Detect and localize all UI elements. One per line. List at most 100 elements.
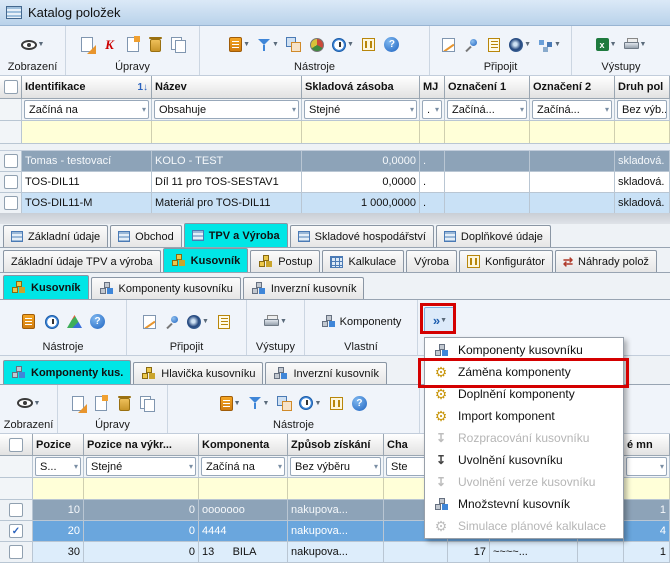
col-header-skladova-zasoba[interactable]: Skladová zásoba xyxy=(302,76,420,98)
table-row[interactable]: Tomas - testovací KOLO - TEST 0,0000 . s… xyxy=(0,151,670,172)
col-header-komponenta[interactable]: Komponenta xyxy=(199,434,288,455)
edit-record-button[interactable] xyxy=(125,36,141,54)
filter-mnozstvi[interactable] xyxy=(626,457,667,476)
filter-input[interactable] xyxy=(624,478,670,499)
pin-button[interactable] xyxy=(164,313,180,331)
filter-input[interactable] xyxy=(199,478,288,499)
col-header-mnozstvi[interactable]: é mn xyxy=(624,434,670,455)
view-eye-button[interactable]: ▼ xyxy=(17,394,41,412)
excel-export-button[interactable]: ▼ xyxy=(596,36,617,54)
tab-nahrady-polozek[interactable]: Náhrady polož xyxy=(555,250,657,272)
list-settings-button[interactable]: ▼ xyxy=(229,36,250,54)
tab-doplnkove-udaje[interactable]: Doplňkové údaje xyxy=(436,225,551,247)
new-record-button[interactable] xyxy=(79,36,95,54)
row-checkbox[interactable] xyxy=(4,154,18,168)
table-row[interactable]: TOS-DIL11 Díl 11 pro TOS-SESTAV1 0,0000 … xyxy=(0,172,670,193)
filter-input-mj[interactable] xyxy=(420,121,445,143)
filter-mj[interactable]: . xyxy=(422,100,442,119)
filter-input-oznaceni1[interactable] xyxy=(445,121,530,143)
tab-zakladni-udaje-tpv[interactable]: Základní údaje TPV a výroba xyxy=(3,250,161,272)
filter-input-nazev[interactable] xyxy=(152,121,302,143)
col-header-oznaceni1[interactable]: Označení 1 xyxy=(445,76,530,98)
filter-input[interactable] xyxy=(84,478,199,499)
tab-komponenty-kusovniku[interactable]: Komponenty kusovníku xyxy=(91,277,241,299)
row-checkbox-checked[interactable] xyxy=(9,524,23,538)
list-settings-button[interactable] xyxy=(21,313,37,331)
filter-input[interactable] xyxy=(33,478,84,499)
filter-zpusob[interactable]: Bez výběru xyxy=(290,457,381,476)
tab-vyroba[interactable]: Výroba xyxy=(406,250,457,272)
menu-item-import-komponent[interactable]: Import komponent xyxy=(425,405,623,427)
col-header-druh[interactable]: Druh pol xyxy=(615,76,670,98)
filter-pozice[interactable]: S... xyxy=(35,457,81,476)
media-button[interactable]: ▼ xyxy=(187,313,209,331)
sphere-button[interactable] xyxy=(309,36,325,54)
filter-button[interactable]: ▼ xyxy=(248,394,270,412)
settings-sliders-button[interactable] xyxy=(328,394,344,412)
tab-hlavicka-kusovniku[interactable]: Hlavička kusovníku xyxy=(133,362,263,384)
duplicate-record-button[interactable] xyxy=(139,394,155,412)
tab-skladove-hospodarstvi[interactable]: Skladové hospodářství xyxy=(290,225,434,247)
tab-inverzni-kusovnik-2[interactable]: Inverzní kusovník xyxy=(265,362,387,384)
history-button[interactable]: ▼ xyxy=(332,36,354,54)
scroll-button[interactable] xyxy=(216,313,232,331)
merge-button[interactable] xyxy=(286,36,302,54)
duplicate-record-button[interactable] xyxy=(171,36,187,54)
col-header-nazev[interactable]: Název xyxy=(152,76,302,98)
prism-button[interactable] xyxy=(67,313,83,331)
filter-komponenta[interactable]: Začíná na xyxy=(201,457,285,476)
filter-pozice-vykres[interactable]: Stejné xyxy=(86,457,196,476)
col-header-zpusob[interactable]: Způsob získání xyxy=(288,434,384,455)
delete-record-button[interactable] xyxy=(148,36,164,54)
view-eye-button[interactable]: ▼ xyxy=(21,36,45,54)
media-button[interactable]: ▼ xyxy=(509,36,531,54)
row-checkbox[interactable] xyxy=(9,545,23,559)
col-header-identifikace[interactable]: Identifikace1 xyxy=(22,76,152,98)
checklist-button[interactable] xyxy=(486,36,502,54)
filter-input[interactable] xyxy=(288,478,384,499)
col-header-pozice[interactable]: Pozice xyxy=(33,434,84,455)
workflow-button[interactable]: ▼ xyxy=(538,36,561,54)
note-button[interactable] xyxy=(141,313,157,331)
splitter[interactable] xyxy=(0,213,670,224)
tab-inverzni-kusovnik[interactable]: Inverzní kusovník xyxy=(243,277,365,299)
help-button[interactable] xyxy=(384,36,400,54)
tab-komponenty-kus[interactable]: Komponenty kus. xyxy=(3,360,131,384)
tab-konfigurator[interactable]: Konfigurátor xyxy=(459,250,553,272)
select-all-checkbox[interactable] xyxy=(4,80,18,94)
help-button[interactable] xyxy=(351,394,367,412)
tab-tpv-a-vyroba[interactable]: TPV a Výroba xyxy=(184,223,288,247)
note-button[interactable] xyxy=(440,36,456,54)
delete-record-button[interactable] xyxy=(116,394,132,412)
history-button[interactable] xyxy=(44,313,60,331)
tab-obchod[interactable]: Obchod xyxy=(110,225,182,247)
copy-k-button[interactable] xyxy=(102,36,118,54)
filter-identifikace[interactable]: Začíná na xyxy=(24,100,149,119)
row-checkbox[interactable] xyxy=(9,503,23,517)
select-all-checkbox[interactable] xyxy=(9,438,23,452)
filter-druh[interactable]: Bez výb... xyxy=(617,100,667,119)
tab-zakladni-udaje[interactable]: Základní údaje xyxy=(3,225,108,247)
komponenty-button[interactable]: Komponenty xyxy=(321,313,402,331)
table-row[interactable]: TOS-DIL11-M Materiál pro TOS-DIL11 1 000… xyxy=(0,193,670,214)
tab-kalkulace[interactable]: Kalkulace xyxy=(322,250,404,272)
filter-input-identifikace[interactable] xyxy=(22,121,152,143)
pin-button[interactable] xyxy=(463,36,479,54)
col-header-oznaceni2[interactable]: Označení 2 xyxy=(530,76,615,98)
tab-kusovnik[interactable]: Kusovník xyxy=(163,248,249,272)
list-settings-button[interactable]: ▼ xyxy=(220,394,241,412)
filter-nazev[interactable]: Obsahuje xyxy=(154,100,299,119)
new-record-button[interactable] xyxy=(70,394,86,412)
filter-input-oznaceni2[interactable] xyxy=(530,121,615,143)
filter-input-zasoba[interactable] xyxy=(302,121,420,143)
settings-sliders-button[interactable] xyxy=(361,36,377,54)
filter-zasoba[interactable]: Stejné xyxy=(304,100,417,119)
edit-record-button[interactable] xyxy=(93,394,109,412)
table-row[interactable]: 30 0 13 BILA nakupova... 17 ~~~~... 1 xyxy=(0,542,670,563)
menu-item-uvolneni-kusovniku[interactable]: Uvolnění kusovníku xyxy=(425,449,623,471)
menu-item-mnozstevni-kusovnik[interactable]: Množstevní kusovník xyxy=(425,493,623,515)
filter-oznaceni2[interactable]: Začíná... xyxy=(532,100,612,119)
merge-button[interactable] xyxy=(276,394,292,412)
print-button[interactable]: ▼ xyxy=(624,36,647,54)
help-button[interactable] xyxy=(90,313,106,331)
